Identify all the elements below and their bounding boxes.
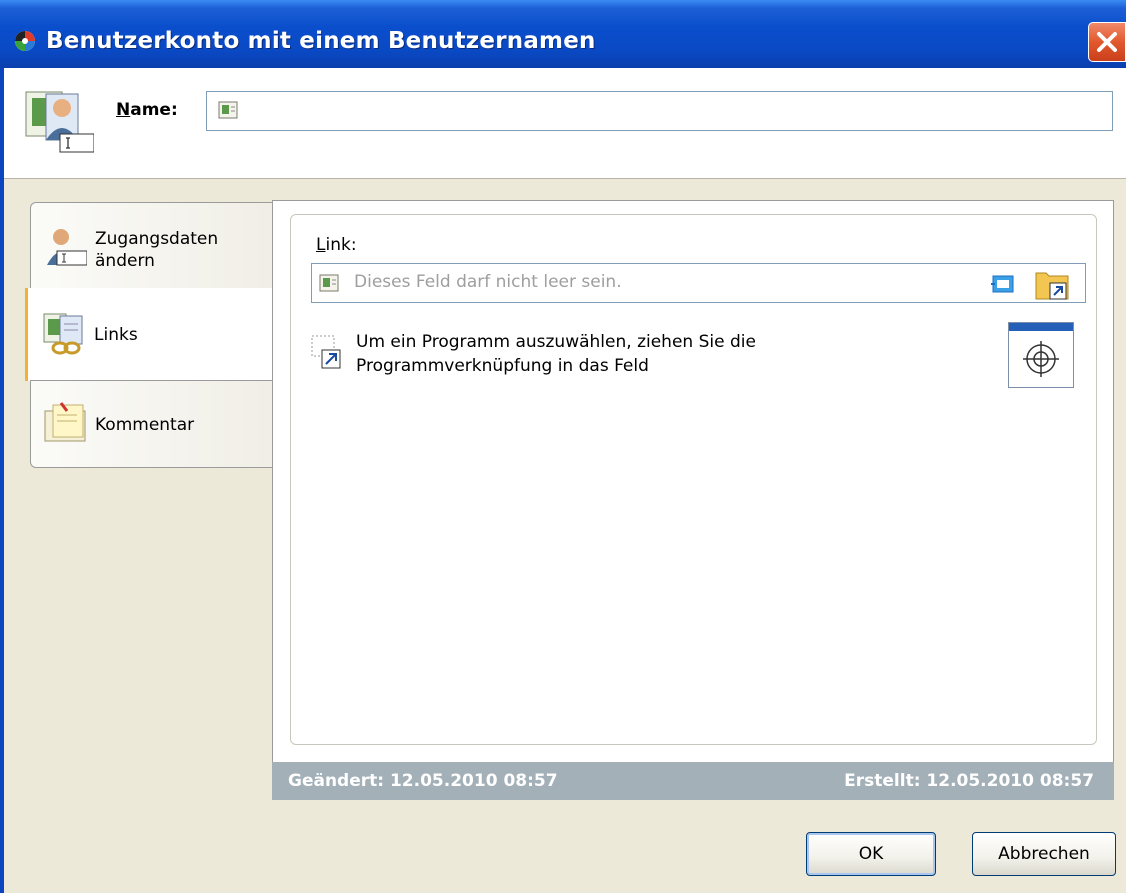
close-button[interactable] [1088, 22, 1126, 62]
close-icon [1097, 32, 1117, 52]
tab-links[interactable]: Links [25, 288, 272, 381]
tab-zugangsdaten-line2: ändern [95, 251, 155, 271]
links-icon [43, 313, 83, 355]
crosshair-icon [1023, 341, 1059, 377]
app-logo-icon [15, 31, 35, 51]
drag-hint: Um ein Programm auszuwählen, ziehen Sie … [356, 332, 756, 376]
user-account-icon [25, 91, 94, 153]
comment-icon [44, 402, 86, 442]
window-title: Benutzerkonto mit einem Benutzernamen [46, 28, 596, 54]
status-bar: Geändert: 12.05.2010 08:57 Erstellt: 12.… [272, 762, 1114, 800]
cancel-button[interactable]: Abbrechen [972, 832, 1116, 876]
window-frame-left [0, 68, 4, 893]
browse-shortcut-icon[interactable] [1034, 267, 1070, 301]
link-label: Link: [316, 235, 357, 255]
tab-links-label: Links [94, 325, 138, 345]
changed-timestamp: Geändert: 12.05.2010 08:57 [288, 771, 558, 791]
contact-card-icon [218, 101, 238, 119]
link-placeholder: Dieses Feld darf nicht leer sein. [354, 272, 622, 292]
created-timestamp: Erstellt: 12.05.2010 08:57 [844, 771, 1094, 791]
name-label: Name: [116, 100, 178, 120]
title-bar[interactable]: Benutzerkonto mit einem Benutzernamen [0, 0, 1126, 68]
link-input[interactable]: Dieses Feld darf nicht leer sein. [311, 263, 1086, 303]
tab-zugangsdaten-line1: Zugangsdaten [95, 229, 219, 249]
shortcut-drag-icon [311, 335, 341, 369]
user-credentials-icon [47, 229, 87, 266]
contact-card-icon [319, 274, 339, 292]
tab-kommentar[interactable]: Kommentar [30, 380, 272, 468]
program-picker-button[interactable] [1008, 322, 1074, 388]
open-window-icon[interactable] [990, 273, 1016, 295]
tab-kommentar-label: Kommentar [95, 415, 195, 435]
name-input[interactable] [206, 91, 1113, 131]
ok-button[interactable]: OK [806, 832, 936, 876]
tab-zugangsdaten[interactable]: Zugangsdaten ändern [30, 202, 272, 290]
